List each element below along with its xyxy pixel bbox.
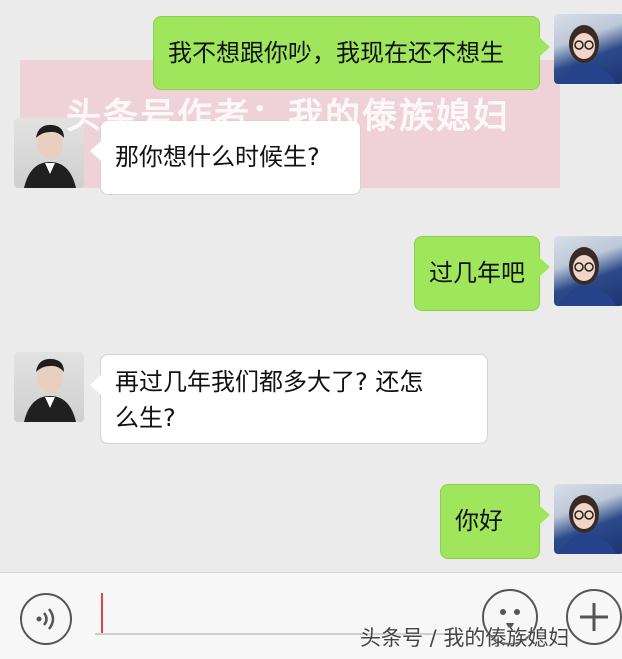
chat-area: 我不想跟你吵，我现在还不想生 那你想什么时候生? 头条号作者：我的傣族媳妇 过几…	[0, 0, 622, 608]
voice-icon	[36, 608, 55, 630]
message-text: 我不想跟你吵，我现在还不想生	[168, 39, 504, 67]
plus-icon	[580, 603, 608, 631]
message-bubble-sent[interactable]: 我不想跟你吵，我现在还不想生	[153, 16, 550, 90]
avatar-girl-image	[562, 25, 616, 84]
avatar-self[interactable]	[554, 236, 622, 306]
footer-watermark: 头条号 / 我的傣族媳妇	[360, 626, 570, 650]
avatar-self[interactable]	[554, 14, 622, 84]
voice-button[interactable]	[20, 593, 72, 645]
avatar-girl-image	[562, 247, 616, 306]
avatar-self[interactable]	[554, 484, 622, 554]
message-bubble-received[interactable]: 再过几年我们都多大了? 还怎 么生?	[90, 354, 488, 444]
message-bubble-sent[interactable]: 你好烦	[440, 484, 550, 608]
message-text-line: 再过几年我们都多大了? 还怎	[115, 368, 424, 396]
message-text: 那你想什么时候生?	[115, 143, 320, 171]
message-text-line: 么生?	[115, 404, 176, 432]
more-button[interactable]	[566, 589, 622, 645]
avatar-girl-image	[562, 495, 616, 554]
avatar-man-image	[24, 358, 76, 422]
message-bubble-sent[interactable]: 过几年吧	[414, 236, 550, 311]
watermark-text: 头条号作者：我的傣族媳妇	[66, 97, 511, 137]
avatar-contact[interactable]	[14, 352, 84, 422]
message-text: 过几年吧	[429, 259, 525, 287]
text-cursor	[101, 593, 103, 633]
